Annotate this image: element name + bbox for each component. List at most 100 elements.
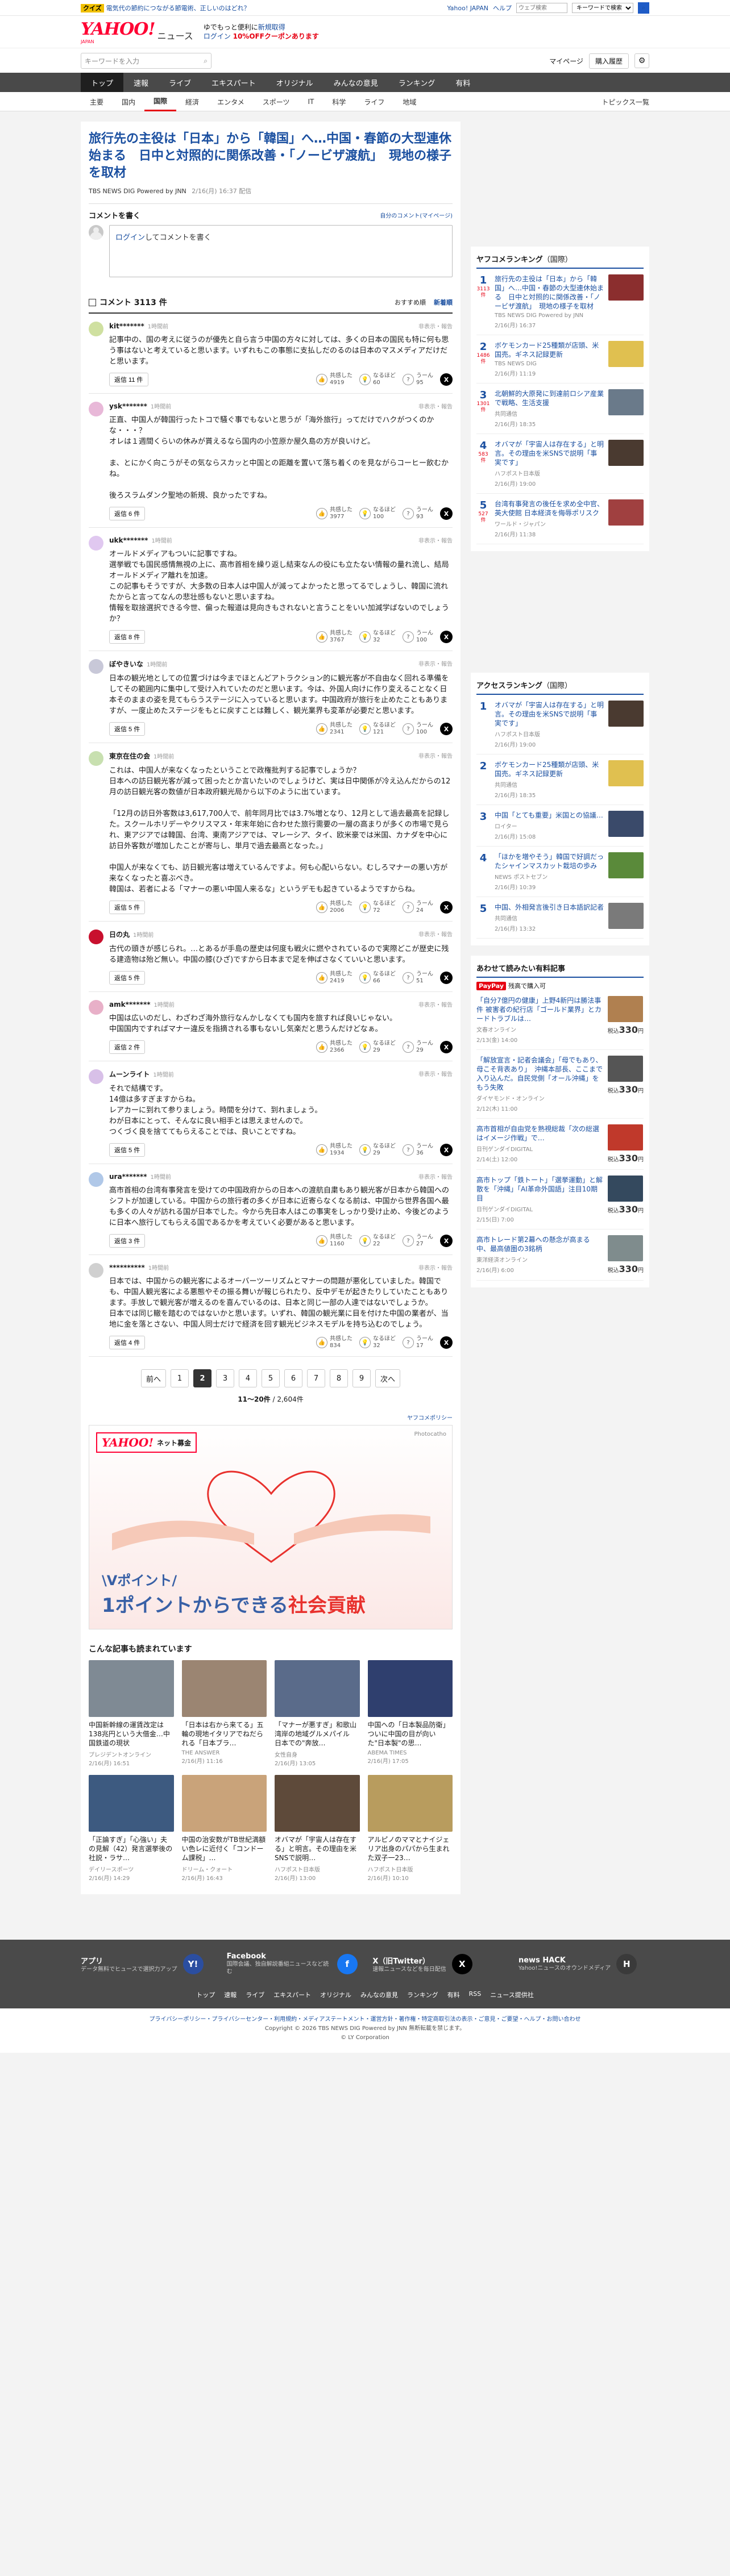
x-share-icon[interactable]: X bbox=[440, 723, 453, 735]
comment-author[interactable]: ムーンライト bbox=[109, 1070, 150, 1078]
x-share-icon[interactable]: X bbox=[440, 373, 453, 386]
comment-author[interactable]: kit******* bbox=[109, 322, 144, 330]
reaction-think[interactable]: 💡 なるほど 32 bbox=[359, 630, 396, 644]
mypage-link[interactable]: マイページ bbox=[549, 56, 583, 66]
ranking-item[interactable]: 3 1301件 北朝鮮的大原発に到達前ロシア産業で戦略、生活支援 共同通信 2/16(月… bbox=[476, 384, 644, 434]
report-link[interactable]: 非表示・報告 bbox=[418, 659, 453, 669]
reply-button[interactable]: 返信 5 件 bbox=[109, 901, 146, 914]
reaction-think[interactable]: 💡 なるほど 29 bbox=[359, 1040, 396, 1054]
paid-article[interactable]: 「解放宣言・記者会議会」「母でもあり、母こそ背表あり」 沖縄本部長、ここまで入り… bbox=[476, 1050, 644, 1119]
reaction-hmm[interactable]: ? うーん 17 bbox=[403, 1336, 433, 1349]
page-3[interactable]: 3 bbox=[216, 1369, 234, 1387]
reaction-agree[interactable]: 👍 共感した 2341 bbox=[316, 722, 352, 736]
report-link[interactable]: 非表示・報告 bbox=[418, 536, 453, 544]
tab-5[interactable]: みんなの意見 bbox=[323, 73, 388, 92]
subnav-item-0[interactable]: 主要 bbox=[81, 92, 113, 111]
ranking-item[interactable]: 5 中国、外相発言後引き日本語訳記者 共同通信 2/16(月) 13:32 bbox=[476, 897, 644, 939]
x-share-icon[interactable]: X bbox=[440, 972, 453, 984]
related-card[interactable]: 「マナーが悪すぎ」和歌山湾岸の地域グルメパイル 日本での"奔放… 女性自身 2/16… bbox=[275, 1660, 360, 1767]
ranking-item[interactable]: 2 1486件 ボケモンカード25種類が店頭、米国売。ギネス記録更新 TBS NEWS… bbox=[476, 335, 644, 384]
reply-button[interactable]: 返信 4 件 bbox=[109, 1336, 146, 1349]
comment-author[interactable]: amk******* bbox=[109, 1001, 151, 1008]
report-link[interactable]: 非表示・報告 bbox=[418, 322, 453, 330]
footer-link[interactable]: トップ bbox=[196, 1990, 215, 1999]
reaction-hmm[interactable]: ? うーん 24 bbox=[403, 901, 433, 914]
report-link[interactable]: 非表示・報告 bbox=[418, 929, 453, 939]
page-4[interactable]: 4 bbox=[239, 1369, 257, 1387]
page-5[interactable]: 5 bbox=[262, 1369, 280, 1387]
news-search-box[interactable]: キーワードを入力 ⌕ bbox=[81, 53, 211, 69]
reaction-think[interactable]: 💡 なるほど 72 bbox=[359, 901, 396, 914]
subnav-item-8[interactable]: ライフ bbox=[355, 92, 393, 111]
my-comments-link[interactable]: 自分のコメント(マイページ) bbox=[380, 211, 453, 219]
reaction-think[interactable]: 💡 なるほど 100 bbox=[359, 507, 396, 520]
comment-author[interactable]: ukk******* bbox=[109, 536, 148, 544]
footer-link[interactable]: ニュース提供社 bbox=[490, 1990, 533, 1999]
paid-article[interactable]: 高市首相が自由党を熟視総裁「次の総選はイメージ作戦」で… 日刊ゲンダイDIGITA… bbox=[476, 1119, 644, 1170]
help-link[interactable]: ヘルプ bbox=[493, 3, 512, 12]
ranking-item[interactable]: 2 ボケモンカード25種類が店頭、米国売。ギネス記録更新 共同通信 2/16(月) 1… bbox=[476, 755, 644, 805]
related-card[interactable]: 中国への「日本製品防衛」ついに中国の目が向いた"日本製"の思… ABEMA TIM… bbox=[367, 1660, 453, 1767]
page-8[interactable]: 8 bbox=[330, 1369, 348, 1387]
tab-4[interactable]: オリジナル bbox=[266, 73, 323, 92]
reaction-hmm[interactable]: ? うーん 100 bbox=[403, 630, 433, 644]
prev-page-button[interactable]: 前へ bbox=[140, 1369, 166, 1387]
related-card[interactable]: アルピノのママとナイジェリア出身のパパから生まれた双子一23… ハフポスト日本版 2… bbox=[367, 1775, 453, 1882]
comment-author[interactable]: ぼやきいな bbox=[109, 660, 143, 668]
paid-article[interactable]: 「自分7億円の健康」上野4新円は勝法事件 被害者の紀行店「ゴールド業界」とカード… bbox=[476, 990, 644, 1050]
related-card[interactable]: 「日本は右から来てる」五輪の現地イタリアでねだられる「日本ブラ… THE ANSW… bbox=[181, 1660, 267, 1767]
ranking-item[interactable]: 4 「ほかを増やそう」韓国で好調だったシャインマスカット栽培の歩み NEWS ポスト… bbox=[476, 847, 644, 897]
x-share-icon[interactable]: X bbox=[440, 901, 453, 914]
comment-author[interactable]: ura******* bbox=[109, 1173, 147, 1181]
footer-app[interactable]: X（旧Twitter） 速報ニュースなどを毎日配信 X bbox=[372, 1952, 503, 1975]
legal-links[interactable]: プライバシーポリシー・プライバシーセンター・利用規約・メディアステートメント・運… bbox=[0, 2015, 730, 2024]
subnav-item-2[interactable]: 国際 bbox=[144, 92, 177, 111]
source-name[interactable]: TBS NEWS DIG Powered by JNN bbox=[89, 187, 186, 195]
footer-link[interactable]: ライブ bbox=[246, 1990, 264, 1999]
tab-0[interactable]: トップ bbox=[81, 73, 124, 92]
footer-link[interactable]: RSS bbox=[469, 1990, 482, 1999]
footer-link[interactable]: エキスパート bbox=[273, 1990, 311, 1999]
subnav-item-9[interactable]: 地域 bbox=[393, 92, 425, 111]
reaction-hmm[interactable]: ? うーん 93 bbox=[403, 507, 433, 520]
subnav-item-5[interactable]: スポーツ bbox=[254, 92, 299, 111]
report-link[interactable]: 非表示・報告 bbox=[418, 751, 453, 761]
reaction-agree[interactable]: 👍 共感した 4919 bbox=[316, 373, 352, 386]
tab-6[interactable]: ランキング bbox=[388, 73, 446, 92]
reaction-think[interactable]: 💡 なるほど 66 bbox=[359, 971, 396, 985]
reaction-hmm[interactable]: ? うーん 27 bbox=[403, 1234, 433, 1248]
comment-author[interactable]: 東京在住の会 bbox=[109, 752, 150, 760]
paid-article[interactable]: 高市トレード第2幕への懸念が高まる中、最高値圏の3銘柄 東洋経済オンライン 2/16… bbox=[476, 1229, 644, 1281]
next-page-button[interactable]: 次へ bbox=[375, 1369, 401, 1387]
reaction-think[interactable]: 💡 なるほど 32 bbox=[359, 1336, 396, 1349]
yahoo-news-logo[interactable]: YAHOO! JAPAN ニュース bbox=[81, 19, 193, 44]
reply-button[interactable]: 返信 3 件 bbox=[109, 1234, 146, 1248]
subnav-item-1[interactable]: 国内 bbox=[113, 92, 144, 111]
ranking-item[interactable]: 1 オバマが「宇宙人は存在する」と明言。その理由を米SNSで説明「事実です」 ハフポ… bbox=[476, 695, 644, 755]
search-scope-select[interactable]: キーワードで検索 bbox=[572, 3, 633, 13]
footer-app[interactable]: Facebook 国際会議、独自解説番組ニュースなど読む f bbox=[227, 1952, 358, 1975]
page-1[interactable]: 1 bbox=[171, 1369, 189, 1387]
reaction-hmm[interactable]: ? うーん 100 bbox=[403, 722, 433, 736]
footer-link[interactable]: ランキング bbox=[407, 1990, 438, 1999]
comment-login-link[interactable]: ログイン bbox=[115, 234, 145, 242]
reaction-think[interactable]: 💡 なるほど 29 bbox=[359, 1143, 396, 1157]
x-share-icon[interactable]: X bbox=[440, 507, 453, 520]
reply-button[interactable]: 返信 11 件 bbox=[109, 373, 148, 386]
sort-recommended[interactable]: おすすめ順 bbox=[395, 298, 426, 307]
page-7[interactable]: 7 bbox=[307, 1369, 325, 1387]
comment-input[interactable]: ログインしてコメントを書く bbox=[109, 225, 453, 277]
comment-author[interactable]: ********** bbox=[109, 1264, 145, 1272]
comment-policy-link[interactable]: ヤフコメポリシー bbox=[89, 1413, 453, 1422]
reaction-agree[interactable]: 👍 共感した 2419 bbox=[316, 971, 352, 985]
footer-link[interactable]: オリジナル bbox=[320, 1990, 351, 1999]
promo-login-link[interactable]: ログイン bbox=[204, 32, 231, 40]
reply-button[interactable]: 返信 2 件 bbox=[109, 1040, 146, 1054]
report-link[interactable]: 非表示・報告 bbox=[418, 402, 453, 410]
ranking-item[interactable]: 4 583件 オバマが「宇宙人は存在する」と明言。その理由を米SNSで説明「事実です… bbox=[476, 434, 644, 494]
report-link[interactable]: 非表示・報告 bbox=[418, 1172, 453, 1181]
footer-link[interactable]: 有料 bbox=[447, 1990, 460, 1999]
web-search-button[interactable]: ⌕ bbox=[638, 2, 649, 14]
report-link[interactable]: 非表示・報告 bbox=[418, 1000, 453, 1008]
page-9[interactable]: 9 bbox=[352, 1369, 371, 1387]
